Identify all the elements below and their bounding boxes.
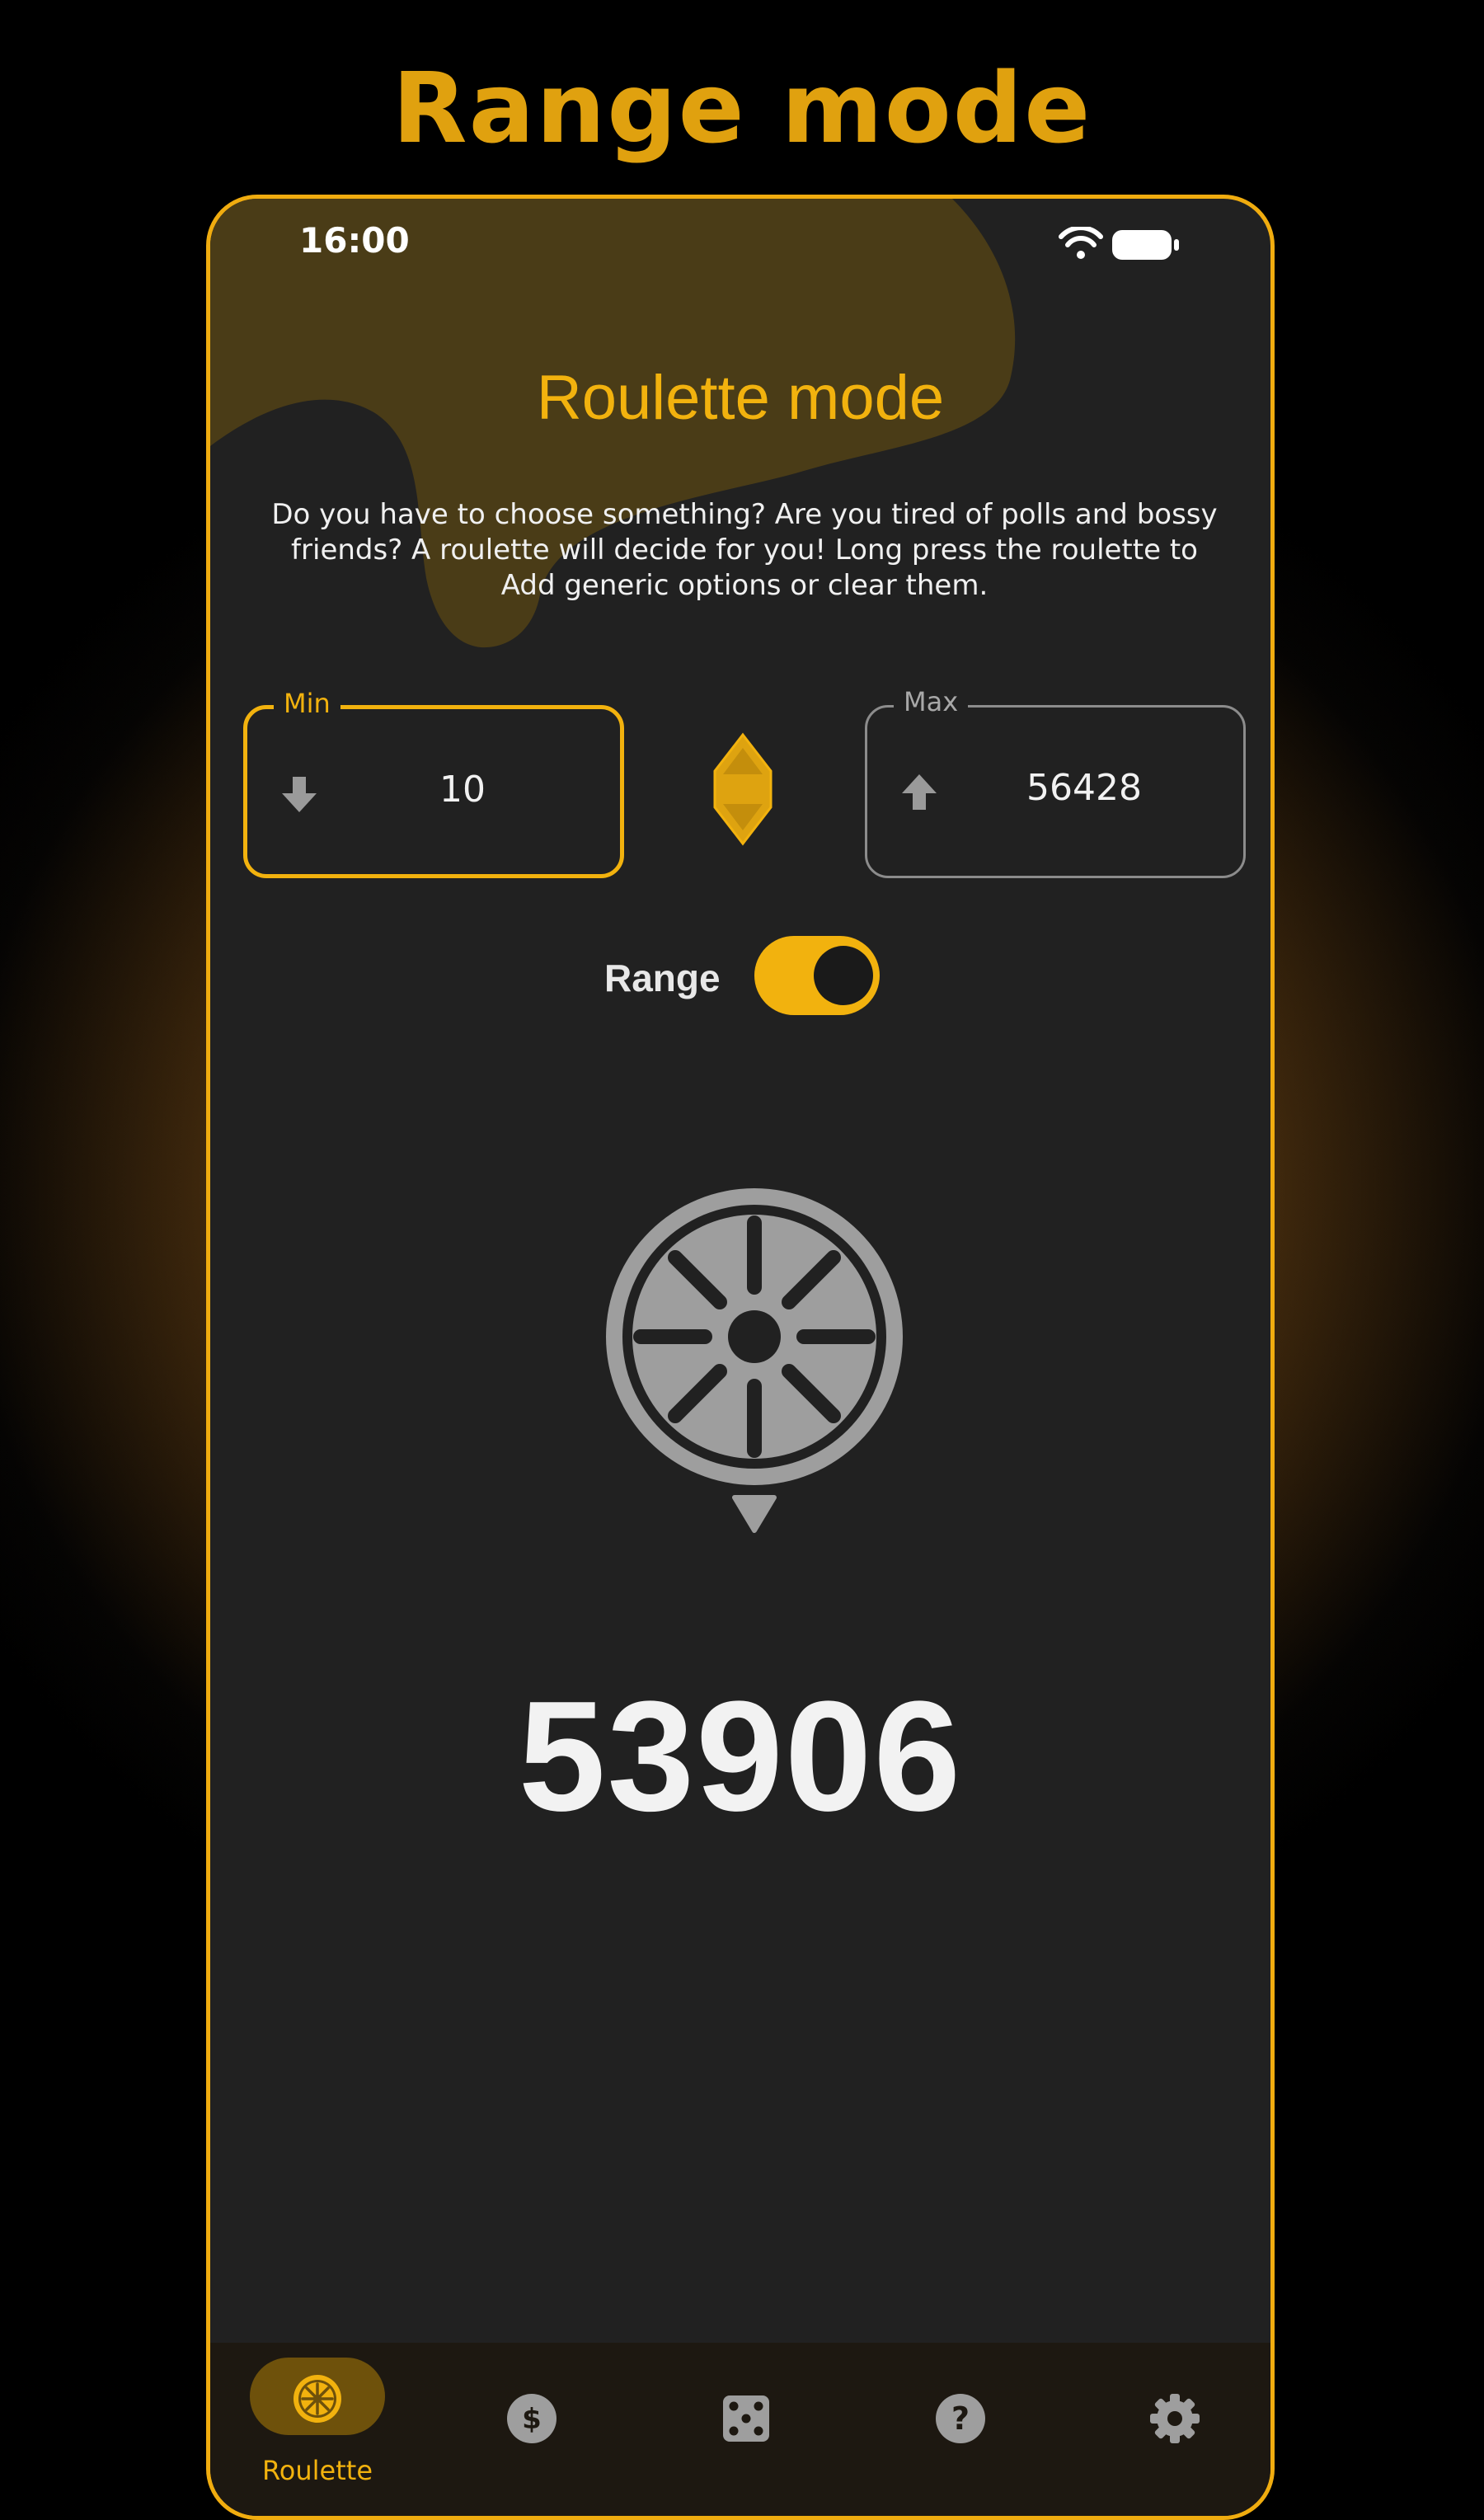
nav-item-dice[interactable] [664, 2343, 829, 2516]
screen-title: Roulette mode [536, 363, 945, 433]
status-icons [1059, 227, 1179, 260]
settings-icon [1150, 2394, 1200, 2443]
arrow-up-icon [902, 774, 937, 810]
swap-diamond-icon[interactable] [710, 731, 776, 847]
status-time: 16:00 [299, 220, 410, 261]
nav-item-roulette[interactable]: Roulette [235, 2343, 400, 2516]
max-value[interactable]: 56428 [958, 767, 1210, 809]
max-label: Max [894, 686, 969, 717]
svg-text:$: $ [522, 2403, 542, 2436]
screen-description: Do you have to choose something? Are you… [271, 498, 1218, 602]
max-field[interactable]: Max 56428 [865, 686, 1246, 878]
range-toggle[interactable] [754, 936, 880, 1015]
banner-title: Range mode [392, 51, 1092, 165]
min-value[interactable]: 10 [338, 769, 587, 811]
phone-frame: 16:00 Roulette mode Do you have to choos… [206, 195, 1275, 2520]
dice-icon [723, 2395, 769, 2442]
nav-item-settings[interactable] [1092, 2343, 1257, 2516]
min-label: Min [274, 688, 340, 719]
nav-item-coin[interactable]: $ [449, 2343, 614, 2516]
coin-icon: $ [507, 2394, 556, 2443]
arrow-down-icon [282, 777, 317, 812]
battery-icon [1112, 230, 1179, 260]
result-number: 53906 [518, 1669, 963, 1844]
min-field[interactable]: Min 10 [243, 688, 624, 878]
toggle-knob [814, 946, 873, 1005]
bottom-nav: Roulette $ ? [210, 2343, 1270, 2516]
wifi-icon [1059, 227, 1103, 259]
range-toggle-label: Range [604, 957, 721, 999]
help-icon: ? [936, 2394, 985, 2443]
roulette-icon [294, 2375, 341, 2423]
svg-text:?: ? [951, 2400, 970, 2437]
nav-item-help[interactable]: ? [878, 2343, 1043, 2516]
roulette-wheel-icon[interactable] [598, 1180, 911, 1576]
nav-label-roulette: Roulette [261, 2455, 373, 2486]
